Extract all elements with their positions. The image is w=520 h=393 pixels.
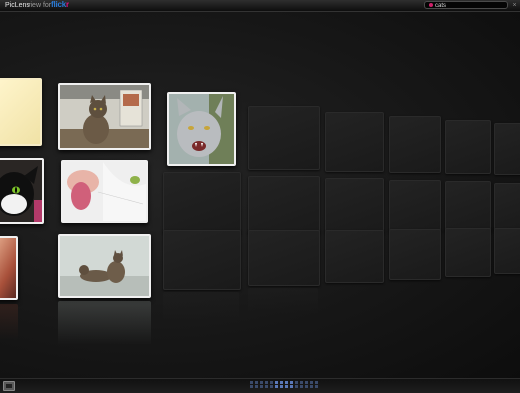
- page-dot[interactable]: [255, 385, 258, 388]
- flickr-logo-part2: r: [66, 0, 69, 9]
- search-input[interactable]: cats: [424, 1, 508, 9]
- page-dot[interactable]: [310, 385, 313, 388]
- page-dot[interactable]: [315, 385, 318, 388]
- page-dot[interactable]: [295, 381, 298, 384]
- grey-cat-image: [169, 94, 234, 164]
- cat-closeup-image: [63, 162, 146, 221]
- page-dot[interactable]: [290, 385, 293, 388]
- empty-tile: [325, 230, 384, 283]
- empty-tile: [494, 183, 520, 231]
- page-dot[interactable]: [285, 385, 288, 388]
- empty-tile: [325, 112, 384, 172]
- top-bar: PicLens view for flickr cats ×: [0, 0, 520, 12]
- page-dot[interactable]: [300, 381, 303, 384]
- empty-tile: [445, 181, 491, 232]
- empty-tile: [248, 106, 320, 170]
- flickr-logo[interactable]: flickr: [51, 0, 69, 9]
- photo-wall[interactable]: [0, 12, 520, 378]
- close-icon[interactable]: ×: [511, 2, 518, 9]
- photo-tile-cat-closeup[interactable]: [61, 160, 148, 223]
- tile-reflection: [248, 288, 318, 314]
- page-dot[interactable]: [265, 381, 268, 384]
- empty-tile: [389, 116, 441, 173]
- page-indicator[interactable]: [250, 381, 320, 391]
- page-dot[interactable]: [310, 381, 313, 384]
- photo-tile-grey-cat[interactable]: [167, 92, 236, 166]
- photo-tile-tabby-kitchen[interactable]: [58, 83, 151, 150]
- page-dot[interactable]: [295, 385, 298, 388]
- page-dot[interactable]: [290, 381, 293, 384]
- page-dot[interactable]: [275, 385, 278, 388]
- page-dot[interactable]: [280, 381, 283, 384]
- page-dot[interactable]: [260, 381, 263, 384]
- thumbnail-toggle-icon[interactable]: [3, 381, 15, 391]
- page-dot[interactable]: [305, 385, 308, 388]
- tabby-kitchen-image: [60, 85, 149, 148]
- page-dot[interactable]: [265, 385, 268, 388]
- black-white-cat-image: [0, 160, 42, 222]
- bottom-bar: [0, 378, 520, 393]
- page-dot[interactable]: [250, 381, 253, 384]
- page-dot[interactable]: [305, 381, 308, 384]
- page-dot[interactable]: [270, 381, 273, 384]
- photo-reflection: [58, 301, 151, 345]
- search-icon: [429, 3, 433, 8]
- photo-reflection: [0, 304, 18, 340]
- page-dot[interactable]: [270, 385, 273, 388]
- empty-tile: [445, 120, 491, 174]
- empty-tile: [163, 230, 241, 290]
- empty-tile: [445, 228, 491, 277]
- page-dot[interactable]: [260, 385, 263, 388]
- page-dot[interactable]: [315, 381, 318, 384]
- empty-tile: [163, 172, 241, 234]
- empty-tile: [248, 176, 320, 234]
- empty-tile: [494, 123, 520, 175]
- page-dot[interactable]: [280, 385, 283, 388]
- flickr-logo-part1: flick: [51, 0, 67, 9]
- search-query: cats: [435, 3, 447, 9]
- view-for-label: view for: [27, 2, 52, 9]
- empty-tile: [389, 229, 441, 280]
- tile-reflection: [163, 292, 239, 322]
- empty-tile: [494, 228, 520, 274]
- photo-tile-two-tabbies[interactable]: [58, 234, 151, 298]
- page-dot[interactable]: [250, 385, 253, 388]
- page-dot[interactable]: [255, 381, 258, 384]
- photo-tile-black-white-cat[interactable]: [0, 158, 44, 224]
- page-dot[interactable]: [275, 381, 278, 384]
- empty-tile: [325, 178, 384, 233]
- empty-tile: [248, 230, 320, 286]
- photo-tile-cream[interactable]: [0, 78, 42, 146]
- page-dot[interactable]: [300, 385, 303, 388]
- photo-tile-orange-partial[interactable]: [0, 236, 18, 300]
- page-dot[interactable]: [285, 381, 288, 384]
- two-tabbies-image: [60, 236, 149, 296]
- empty-tile: [389, 180, 441, 232]
